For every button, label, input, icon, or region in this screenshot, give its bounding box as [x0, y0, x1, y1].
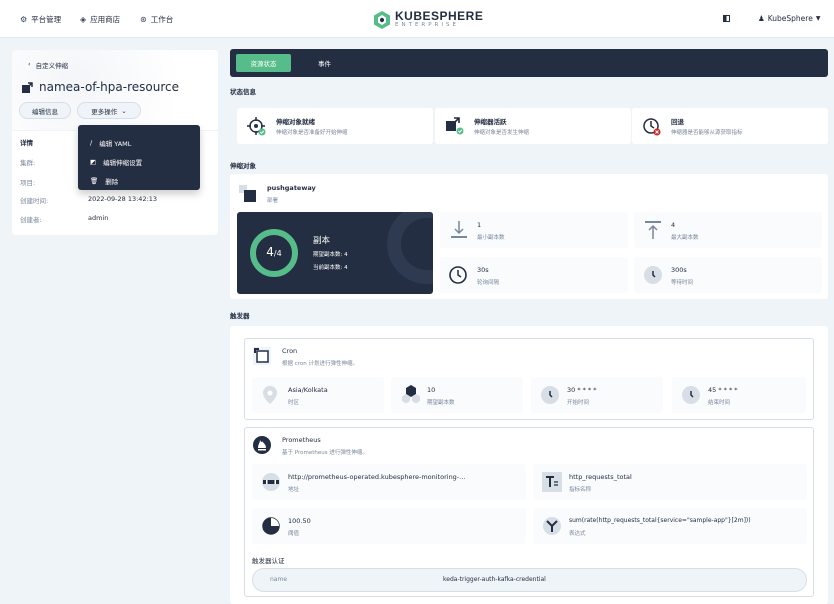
status-active-card: 伸缩器活跃 伸缩对象是否发生伸缩 — [435, 108, 631, 144]
scaling-icon: ◩ — [90, 157, 97, 166]
cron-desired-replicas: 10 期望副本数 — [391, 377, 523, 413]
server-address-icon — [262, 473, 280, 491]
created-time: 2022-09-28 13:42:13 — [88, 195, 158, 203]
target-name[interactable]: pushgateway — [267, 184, 316, 192]
logo-title: KUBESPHERE — [395, 9, 484, 23]
triggers-section-title: 触发器 — [230, 312, 250, 320]
menu-edit-yaml[interactable]: ∕ 编辑 YAML — [78, 133, 200, 152]
user-icon: ♟ — [758, 14, 765, 23]
theme-toggle-icon[interactable] — [723, 15, 730, 22]
tab-resource-status[interactable]: 资源状态 — [236, 54, 291, 72]
prometheus-metric: http_requests_total 指标名称 — [533, 464, 807, 500]
more-actions-menu: ∕ 编辑 YAML ◩ 编辑伸缩设置 🗑 删除 — [78, 125, 200, 190]
prometheus-icon — [253, 436, 271, 454]
prometheus-expression: sum(rate(http_requests_total{service="sa… — [533, 508, 807, 544]
replica-ring-label: 4/4 — [266, 245, 282, 259]
prometheus-name: Prometheus — [282, 436, 321, 444]
expression-icon — [543, 517, 561, 535]
text-metric-icon — [542, 472, 562, 492]
prometheus-desc: 基于 Prometheus 进行弹性伸缩。 — [282, 450, 368, 456]
target-kind: 部署 — [267, 198, 279, 204]
more-actions-button[interactable]: 更多操作 ⌄ — [77, 102, 141, 119]
chevron-left-icon: ‹ — [28, 60, 31, 68]
tab-bar: 资源状态 事件 — [230, 49, 828, 77]
logo[interactable]: KUBESPHERE ENTERPRISE — [374, 10, 483, 29]
auth-value: keda-trigger-auth-kafka-credential — [443, 576, 546, 583]
max-arrow-icon — [645, 221, 661, 239]
trash-icon: 🗑 — [90, 176, 99, 185]
location-pin-icon — [263, 386, 277, 404]
start-clock-icon — [541, 386, 559, 404]
nav-workbench[interactable]: ⊛ 工作台 — [140, 14, 173, 25]
replicas-hex-icon — [402, 385, 420, 404]
cooldown-card: 300s 等待时间 — [634, 257, 822, 293]
min-replicas-card: 1 最小副本数 — [440, 212, 628, 248]
edit-info-button[interactable]: 编辑信息 — [19, 102, 71, 119]
app-store-icon: ◈ — [80, 15, 87, 24]
platform-icon: ⚙ — [20, 15, 28, 24]
back-link[interactable]: ‹ 自定义伸缩 — [28, 60, 68, 70]
auth-key: name — [270, 576, 288, 583]
prometheus-address: http://prometheus-operated.kubesphere-mo… — [252, 464, 526, 500]
nav-app-store[interactable]: ◈ 应用商店 — [80, 14, 120, 25]
cooldown-clock-icon — [644, 266, 662, 284]
menu-edit-scaling[interactable]: ◩ 编辑伸缩设置 — [78, 152, 200, 171]
chevron-down-icon: ⌄ — [121, 106, 127, 115]
min-arrow-icon — [451, 221, 467, 238]
cron-desc: 根据 cron 计划进行弹性伸缩。 — [282, 361, 359, 367]
polling-interval-card: 30s 轮询间隔 — [440, 257, 628, 293]
cron-name: Cron — [282, 347, 298, 355]
fallback-clock-icon — [643, 118, 661, 136]
cron-start-time: 30 * * * * 开始时间 — [531, 377, 663, 413]
nav-platform[interactable]: ⚙ 平台管理 — [20, 14, 61, 25]
replica-label: 副本 — [313, 236, 331, 246]
resource-title: namea-of-hpa-resource — [22, 80, 179, 94]
cron-icon — [253, 347, 271, 365]
max-replicas-card: 4 最大副本数 — [634, 212, 822, 248]
end-clock-icon — [682, 386, 700, 404]
logo-subtitle: ENTERPRISE — [395, 22, 459, 28]
workbench-icon: ⊛ — [140, 15, 147, 24]
prometheus-threshold: 100.50 阈值 — [252, 508, 526, 544]
replica-card: 4/4 副本 期望副本数: 4 当前副本数: 4 — [237, 212, 433, 294]
polling-clock-icon — [449, 266, 467, 284]
top-bar: ⚙ 平台管理 ◈ 应用商店 ⊛ 工作台 KUBESPHERE ENTERPRIS… — [0, 0, 834, 38]
details-heading: 详情 — [20, 139, 33, 147]
caret-down-icon: ▼ — [815, 15, 821, 22]
status-fallback-card: 回退 伸缩器是否能够从源获取指标 — [632, 108, 828, 144]
current-replicas: 当前副本数: 4 — [313, 265, 348, 271]
deployment-icon — [239, 185, 256, 202]
target-section-title: 伸缩对象 — [230, 162, 256, 170]
scaling-icon — [22, 81, 33, 93]
cron-timezone: Asia/Kolkata 时区 — [252, 377, 384, 413]
trigger-auth-row: name keda-trigger-auth-kafka-credential — [252, 568, 807, 592]
status-section-title: 状态信息 — [230, 88, 256, 96]
tab-events[interactable]: 事件 — [318, 54, 331, 72]
kubesphere-logo-icon — [374, 10, 390, 29]
edit-icon: ∕ — [90, 138, 93, 147]
menu-delete[interactable]: 🗑 删除 — [78, 171, 200, 190]
cron-end-time: 45 * * * * 结束时间 — [672, 377, 806, 413]
user-menu[interactable]: ♟ KubeSphere ▼ — [758, 14, 820, 23]
cron-trigger: Cron 根据 cron 计划进行弹性伸缩。 Asia/Kolkata 时区 1… — [244, 338, 814, 420]
prometheus-trigger: Prometheus 基于 Prometheus 进行弹性伸缩。 http://… — [244, 427, 814, 597]
trigger-auth-title: 触发器认证 — [252, 557, 285, 565]
threshold-pie-icon — [262, 517, 280, 535]
scaler-active-icon — [446, 117, 464, 135]
target-ready-icon — [247, 117, 266, 136]
status-ready-card: 伸缩对象就绪 伸缩对象是否准备好开始伸缩 — [237, 108, 433, 144]
desired-replicas: 期望副本数: 4 — [313, 252, 348, 258]
creator: admin — [88, 214, 109, 222]
